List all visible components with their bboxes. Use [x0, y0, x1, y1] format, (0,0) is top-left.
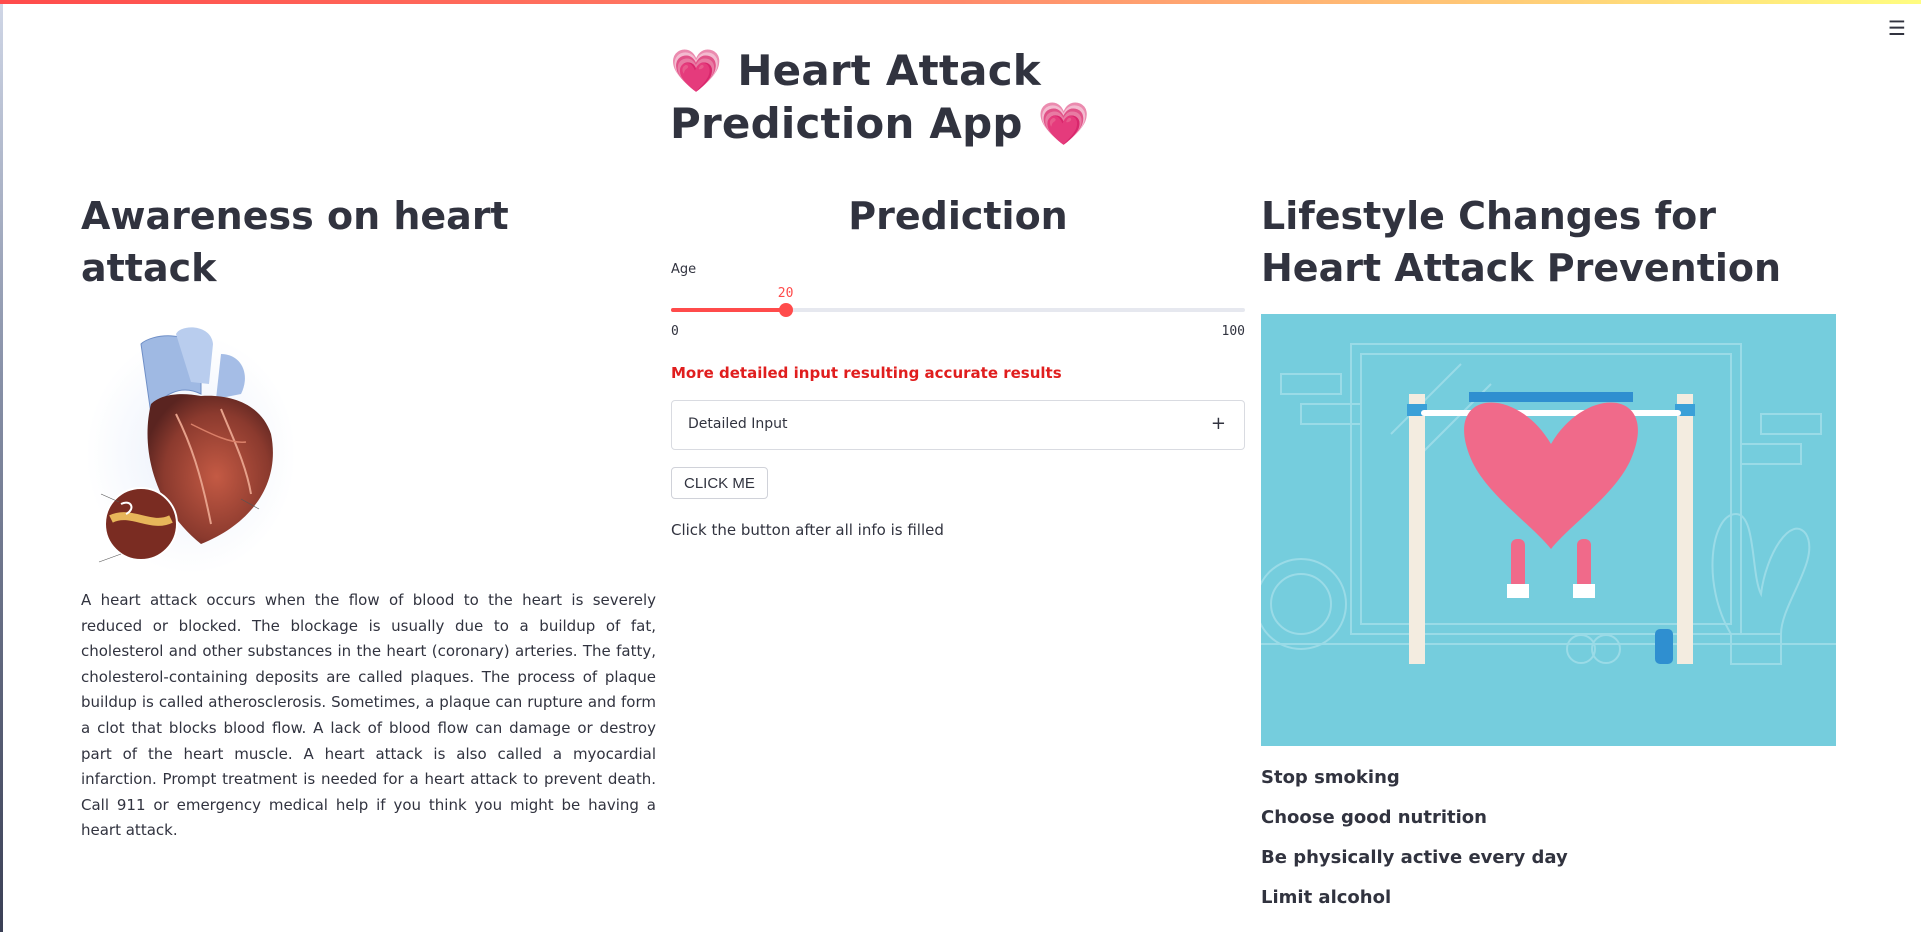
left-edge-shadow [0, 4, 3, 932]
tip-item: Be physically active every day [1261, 847, 1568, 868]
age-slider-label: Age [671, 262, 697, 277]
age-slider[interactable] [671, 303, 1245, 317]
awareness-heading: Awareness on heart attack [81, 194, 509, 290]
app-title: 💗 Heart Attack Prediction App 💗 [670, 46, 1090, 148]
detailed-input-expander[interactable]: Detailed Input + [671, 400, 1245, 450]
tip-item: Limit alcohol [1261, 887, 1392, 908]
prediction-column: Prediction Age 20 0 100 More detailed in… [671, 190, 1245, 539]
prediction-heading: Prediction [848, 194, 1068, 238]
tip-item: Stop smoking [1261, 767, 1400, 788]
lifestyle-tips: Stop smoking Choose good nutrition Be ph… [1261, 758, 1836, 918]
tip-item: Choose good nutrition [1261, 807, 1487, 828]
age-slider-thumb[interactable] [778, 303, 793, 317]
heart-anatomy-image [86, 327, 296, 574]
awareness-column: Awareness on heart attack A heart attack… [81, 190, 656, 859]
age-slider-value: 20 [777, 286, 794, 301]
click-me-button[interactable]: CLICK ME [671, 467, 768, 499]
age-slider-max: 100 [1221, 324, 1245, 339]
detail-hint: More detailed input resulting accurate r… [671, 364, 1062, 382]
hamburger-menu-icon[interactable]: ☰ [1885, 16, 1909, 40]
header-decoration-bar [0, 0, 1921, 4]
lifestyle-column: Lifestyle Changes for Heart Attack Preve… [1261, 190, 1836, 918]
button-caption: Click the button after all info is fille… [671, 521, 944, 539]
plus-icon: + [1210, 413, 1226, 434]
expander-label: Detailed Input [688, 416, 788, 432]
heart-workout-image [1261, 314, 1836, 746]
awareness-paragraph: A heart attack occurs when the flow of b… [81, 591, 656, 840]
age-slider-min: 0 [671, 324, 679, 339]
age-slider-fill [671, 308, 786, 312]
lifestyle-heading: Lifestyle Changes for Heart Attack Preve… [1261, 194, 1782, 290]
